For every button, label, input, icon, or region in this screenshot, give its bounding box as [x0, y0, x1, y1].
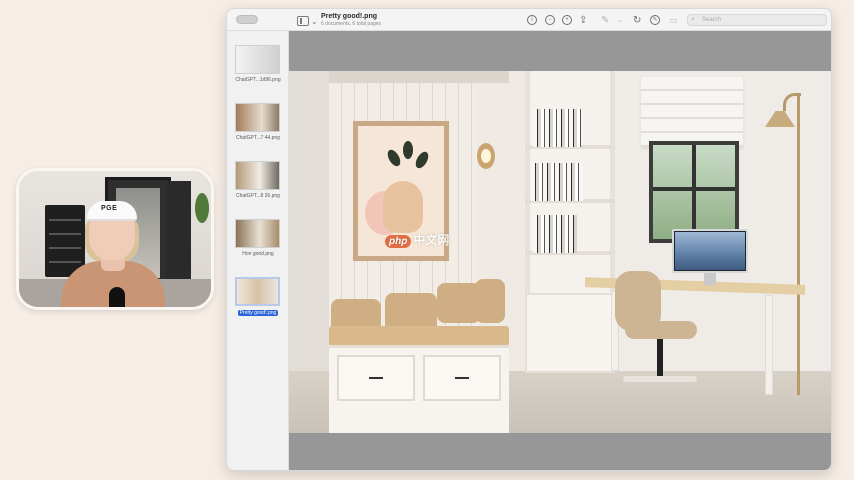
- thumbnail-5[interactable]: [235, 277, 280, 306]
- thumbnail-label[interactable]: ChatGPT...8 26.png: [227, 193, 289, 199]
- preview-window: ⌄ Pretty good!.png 6 documents, 6 total …: [226, 8, 832, 471]
- books: [531, 163, 583, 201]
- rotate-icon[interactable]: ↻: [633, 14, 641, 26]
- zoom-out-icon[interactable]: −: [545, 14, 555, 26]
- thumbnail-4[interactable]: [235, 219, 280, 248]
- thumbnail-sidebar: ChatGPT...1d96.png ChatGPT...7 44.png Ch…: [227, 31, 289, 470]
- bench-cushion: [329, 326, 509, 346]
- thumbnail-label-selected[interactable]: Pretty good!.png: [227, 310, 289, 316]
- roman-blind: [641, 77, 743, 147]
- document-subtitle: 6 documents, 6 total pages: [321, 21, 382, 27]
- pillow: [475, 279, 505, 323]
- thumbnail-label[interactable]: ChatGPT...7 44.png: [227, 135, 289, 141]
- search-icon: ⌕: [691, 16, 695, 23]
- room-photo: php 中文网: [289, 71, 831, 433]
- zoom-in-icon[interactable]: +: [562, 14, 572, 26]
- thumbnail-1[interactable]: [235, 45, 280, 74]
- document-title: Pretty good!.png: [321, 13, 377, 20]
- thumbnail-3[interactable]: [235, 161, 280, 190]
- annotate-icon[interactable]: ✎: [650, 14, 660, 26]
- search-placeholder: Search: [702, 17, 722, 23]
- highlight-icon[interactable]: ▭: [669, 14, 678, 26]
- books: [533, 215, 577, 253]
- share-icon[interactable]: ⇪: [579, 14, 587, 26]
- image-viewer[interactable]: php 中文网: [289, 31, 831, 470]
- cap-logo: PGE: [101, 205, 118, 212]
- watermark-badge: php: [385, 235, 412, 248]
- thumbnail-label[interactable]: Hon good.png: [227, 251, 289, 257]
- cabinet: [525, 293, 615, 373]
- thumbnail-2[interactable]: [235, 103, 280, 132]
- info-icon[interactable]: i: [527, 14, 537, 26]
- microphone: [109, 287, 125, 307]
- markup-chevron-icon[interactable]: ⌄: [617, 14, 623, 26]
- watermark-text: 中文网: [413, 233, 450, 247]
- books: [533, 109, 581, 147]
- search-input[interactable]: ⌕ Search: [687, 14, 827, 26]
- sidebar-toggle-icon[interactable]: [297, 16, 309, 26]
- title-bar: ⌄ Pretty good!.png 6 documents, 6 total …: [227, 9, 831, 31]
- chevron-down-icon[interactable]: ⌄: [311, 15, 318, 27]
- floor-lamp: [797, 95, 800, 395]
- watermark: php 中文网: [385, 231, 449, 248]
- webcam-overlay: PGE: [16, 168, 214, 310]
- thumbnail-label[interactable]: ChatGPT...1d96.png: [227, 77, 289, 83]
- markup-pen-icon[interactable]: ✎: [601, 14, 609, 26]
- window-controls[interactable]: [236, 15, 258, 24]
